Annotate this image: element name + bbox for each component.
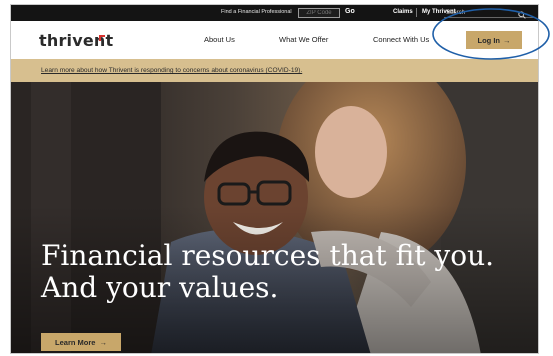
learn-more-button[interactable]: Learn More → [41,333,121,351]
arrow-right-icon: → [99,337,107,347]
covid-banner: Learn more about how Thrivent is respond… [11,59,538,82]
hero-headline: Financial resources that fit you. And yo… [41,240,511,304]
zip-code-input[interactable] [298,8,340,18]
hero-headline-line1: Financial resources that fit you. [41,239,495,272]
claims-link[interactable]: Claims [393,9,413,15]
nav-connect-with-us[interactable]: Connect With Us [373,35,429,44]
hero-headline-line2: And your values. [41,271,279,304]
find-professional-link[interactable]: Find a Financial Professional [221,9,292,15]
hero-photo [11,82,538,353]
covid-info-link[interactable]: Learn more about how Thrivent is respond… [41,67,302,74]
learn-more-label: Learn More [55,337,96,347]
utility-divider [416,8,417,17]
nav-what-we-offer[interactable]: What We Offer [279,35,328,44]
nav-about-us[interactable]: About Us [204,35,235,44]
go-button[interactable]: Go [345,8,355,15]
circle-annotation [432,8,550,60]
logo-mark-icon [99,35,105,41]
hero-section: Financial resources that fit you. And yo… [11,82,538,353]
